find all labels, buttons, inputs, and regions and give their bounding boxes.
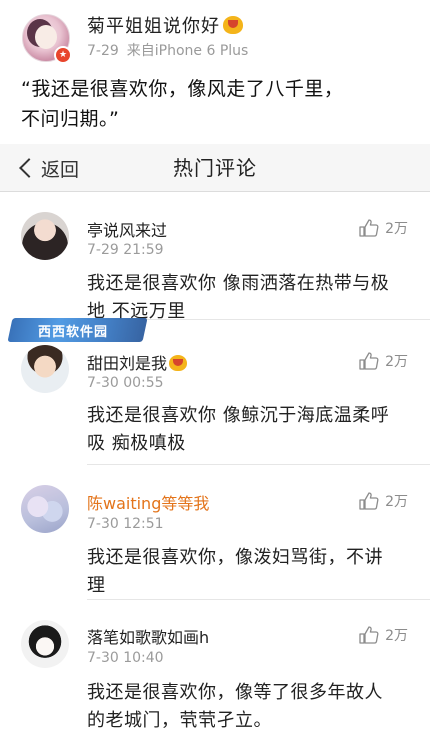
comment-item: 陈waiting等等我 7-30 12:51 2万 我还是很喜欢你，像泼妇骂街，…	[0, 465, 430, 600]
comment-text-line: 我还是很喜欢你 像雨洒落在热带与极	[87, 273, 390, 294]
commenter-name[interactable]: 甜田刘是我	[87, 350, 188, 374]
weibo-post: ★ 菊平姐姐说你好 7-29 来自iPhone 6 Plus “我还是很喜欢你，像…	[0, 0, 430, 144]
comment-text-line: 我还是很喜欢你，像等了很多年故人	[87, 682, 383, 703]
comment-text: 我还是很喜欢你 像鲸沉于海底温柔呼 吸 痴极嗔极	[87, 402, 412, 458]
thumbs-up-icon	[359, 492, 379, 510]
commenter-name[interactable]: 落笔如歌歌如画h	[87, 624, 209, 648]
verified-badge-icon: ★	[54, 46, 72, 64]
like-button[interactable]: 2万	[359, 491, 408, 511]
comment-item: 亭说风来过 7-29 21:59 2万 我还是很喜欢你 像雨洒落在热带与极 地 …	[0, 192, 430, 322]
post-text: “我还是很喜欢你，像风走了八千里， 不问归期。”	[21, 74, 401, 134]
comment-text: 我还是很喜欢你，像泼妇骂街，不讲 理	[87, 544, 412, 600]
commenter-name[interactable]: 陈waiting等等我	[87, 490, 209, 514]
author-name-text[interactable]: 菊平姐姐说你好	[87, 16, 220, 37]
comment-item: 落笔如歌歌如画h 7-30 10:40 2万 我还是很喜欢你，像等了很多年故人 …	[0, 600, 430, 734]
comment-time: 7-30 10:40	[87, 650, 164, 666]
comment-text-line: 的老城门，茕茕孑立。	[87, 710, 272, 731]
author-name[interactable]: 菊平姐姐说你好	[87, 12, 243, 38]
author-avatar[interactable]: ★	[22, 14, 72, 64]
comment-time: 7-30 00:55	[87, 375, 164, 391]
post-text-line: “我还是很喜欢你，像风走了八千里，	[21, 78, 344, 100]
thumbs-up-icon	[359, 352, 379, 370]
vip-crown-icon	[169, 355, 188, 371]
like-count: 2万	[385, 354, 408, 370]
comment-text-line: 我还是很喜欢你 像鲸沉于海底温柔呼	[87, 405, 390, 426]
like-button[interactable]: 2万	[359, 625, 408, 645]
like-count: 2万	[385, 628, 408, 644]
post-meta: 7-29 来自iPhone 6 Plus	[87, 40, 248, 60]
watermark-text: 西西软件园	[38, 325, 109, 340]
post-text-line: 不问归期。”	[21, 108, 120, 130]
thumbs-up-icon	[359, 219, 379, 237]
comment-time: 7-30 12:51	[87, 516, 164, 532]
like-button[interactable]: 2万	[359, 218, 408, 238]
comment-text-line: 理	[87, 575, 106, 596]
commenter-avatar[interactable]	[21, 212, 69, 260]
comment-time: 7-29 21:59	[87, 242, 164, 258]
commenter-avatar[interactable]	[21, 345, 69, 393]
commenter-avatar[interactable]	[21, 485, 69, 533]
hot-comments-navbar: 返回 热门评论	[0, 144, 430, 192]
thumbs-up-icon	[359, 626, 379, 644]
like-count: 2万	[385, 494, 408, 510]
commenter-avatar[interactable]	[21, 620, 69, 668]
comment-text: 我还是很喜欢你，像等了很多年故人 的老城门，茕茕孑立。	[87, 679, 412, 734]
like-button[interactable]: 2万	[359, 351, 408, 371]
page-title: 热门评论	[173, 156, 257, 180]
comment-list: 亭说风来过 7-29 21:59 2万 我还是很喜欢你 像雨洒落在热带与极 地 …	[0, 192, 430, 734]
commenter-name-text[interactable]: 甜田刘是我	[87, 354, 167, 373]
comment-item: 甜田刘是我 7-30 00:55 2万 我还是很喜欢你 像鲸沉于海底温柔呼 吸 …	[0, 325, 430, 465]
commenter-name[interactable]: 亭说风来过	[87, 217, 167, 241]
like-count: 2万	[385, 221, 408, 237]
comment-text-line: 我还是很喜欢你，像泼妇骂街，不讲	[87, 547, 383, 568]
comment-text-line: 吸 痴极嗔极	[87, 433, 186, 454]
post-source: 来自iPhone 6 Plus	[126, 43, 249, 59]
post-date: 7-29	[87, 43, 119, 59]
site-watermark: 西西软件园	[7, 318, 148, 342]
vip-crown-icon	[223, 16, 243, 34]
